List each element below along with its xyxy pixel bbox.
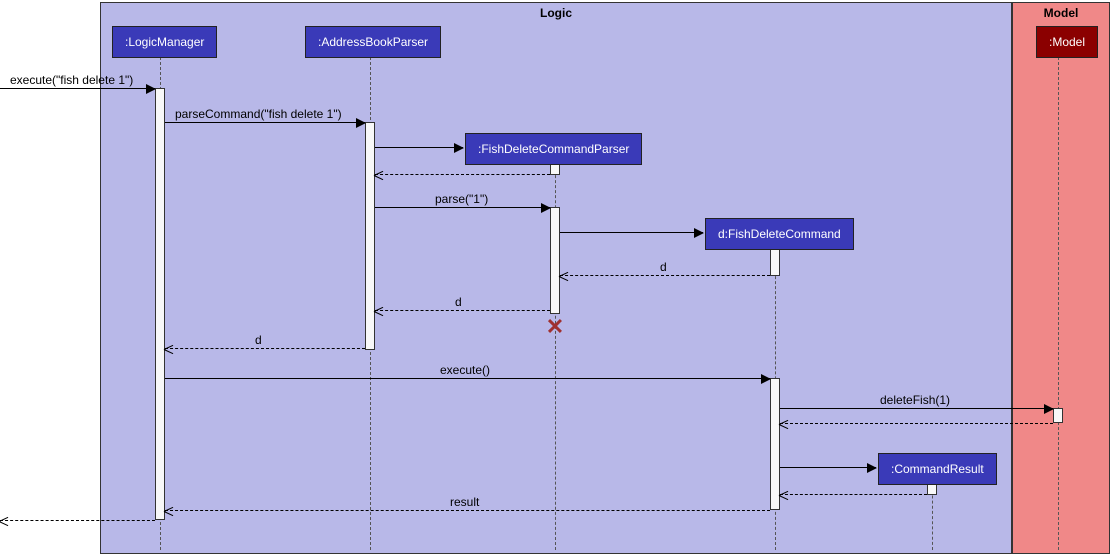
- arrow-return-fdcp-create: [375, 174, 550, 175]
- participant-model: :Model: [1036, 26, 1098, 58]
- lifeline-model: [1058, 52, 1059, 550]
- arrow-execute: [0, 88, 155, 89]
- arrow-deletefish: [780, 408, 1053, 409]
- label-execute2: execute(): [440, 363, 490, 377]
- label-result: result: [450, 495, 479, 509]
- arrow-return-d2: [375, 310, 550, 311]
- label-deletefish: deleteFish(1): [880, 393, 950, 407]
- arrow-return-model: [780, 423, 1053, 424]
- participant-commandresult: :CommandResult: [878, 453, 997, 485]
- arrow-return-external: [0, 520, 155, 521]
- arrow-create-commandresult: [780, 467, 876, 468]
- arrow-parse: [375, 207, 550, 208]
- participant-addressbookparser: :AddressBookParser: [305, 26, 441, 58]
- participant-logicmanager: :LogicManager: [112, 26, 217, 58]
- destroy-icon: ✕: [546, 314, 564, 340]
- label-d1: d: [660, 260, 667, 274]
- label-d3: d: [255, 333, 262, 347]
- arrow-execute2: [165, 378, 770, 379]
- activation-addressbookparser: [365, 122, 375, 350]
- package-model-label: Model: [1044, 6, 1079, 20]
- activation-fdc-2: [770, 378, 780, 510]
- sequence-diagram: Logic Model :LogicManager :AddressBookPa…: [0, 0, 1113, 555]
- package-logic-label: Logic: [540, 6, 572, 20]
- arrow-create-fdc: [560, 232, 703, 233]
- arrow-parsecommand: [165, 122, 365, 123]
- label-d2: d: [455, 295, 462, 309]
- label-parsecommand: parseCommand("fish delete 1"): [175, 107, 342, 121]
- activation-logicmanager: [155, 88, 165, 520]
- participant-fishdeletecommandparser: :FishDeleteCommandParser: [465, 133, 642, 165]
- arrow-return-commandresult: [780, 494, 927, 495]
- arrow-create-fdcp: [375, 147, 463, 148]
- activation-model: [1053, 408, 1063, 423]
- activation-fdc-1: [770, 246, 780, 276]
- activation-fdcp-2: [550, 207, 560, 314]
- label-parse: parse("1"): [435, 192, 488, 206]
- arrow-return-result: [165, 510, 770, 511]
- package-model: Model: [1012, 2, 1110, 554]
- participant-fishdeletecommand: d:FishDeleteCommand: [705, 218, 854, 250]
- label-execute: execute("fish delete 1"): [10, 73, 133, 87]
- arrow-return-d1: [560, 275, 770, 276]
- arrow-return-d3: [165, 348, 365, 349]
